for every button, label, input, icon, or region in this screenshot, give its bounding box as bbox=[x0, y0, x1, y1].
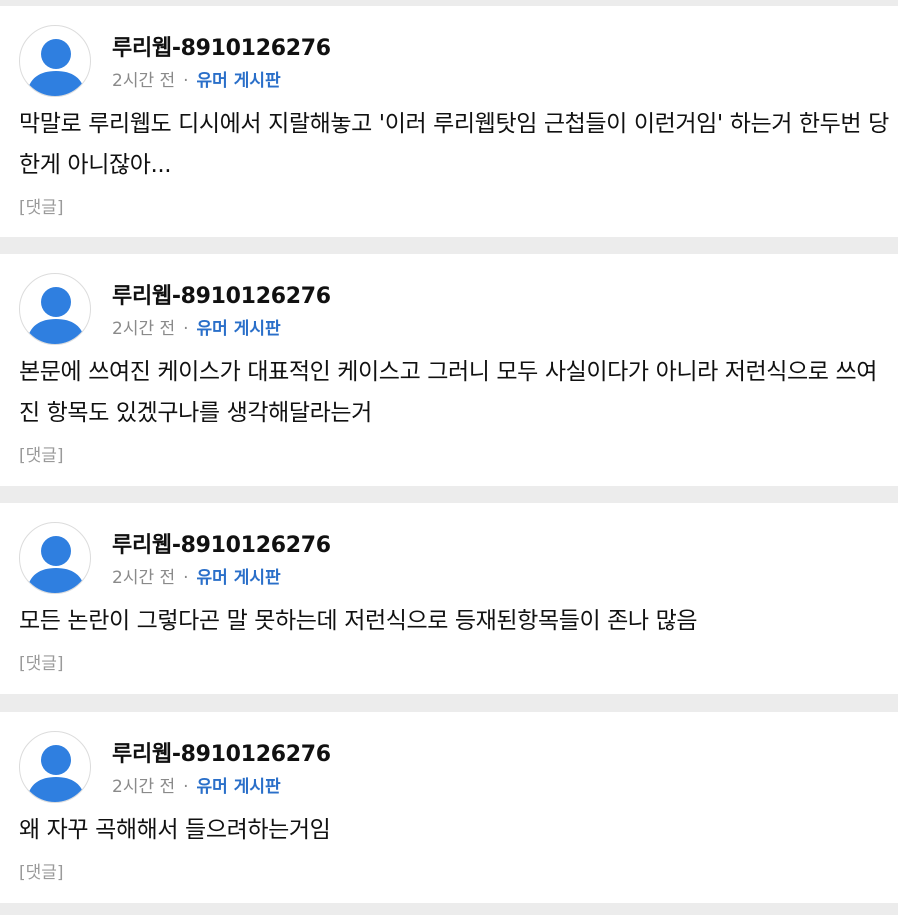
meta-separator: · bbox=[183, 777, 189, 797]
meta-separator: · bbox=[183, 568, 189, 588]
post-time: 2시간 전 bbox=[112, 319, 176, 339]
comment-item: 루리웹-8910126276 2시간 전 · 유머 게시판 본문에 쓰여진 케이스가… bbox=[0, 254, 898, 486]
reply-button[interactable]: [댓글] bbox=[19, 858, 64, 883]
comment-item: 루리웹-8910126276 2시간 전 · 유머 게시판 막말로 루리웹도 디시에… bbox=[0, 6, 898, 237]
comment-body: 막말로 루리웹도 디시에서 지랄해놓고 '이러 루리웹탓임 근첩들이 이런거임'… bbox=[19, 111, 889, 178]
post-meta: 2시간 전 · 유머 게시판 bbox=[112, 772, 281, 797]
comment-body: 왜 자꾸 곡해해서 들으려하는거임 bbox=[19, 817, 331, 843]
author-name[interactable]: 루리웹-8910126276 bbox=[112, 527, 331, 559]
author-name[interactable]: 루리웹-8910126276 bbox=[112, 736, 331, 768]
comment-feed: 루리웹-8910126276 2시간 전 · 유머 게시판 막말로 루리웹도 디시에… bbox=[0, 0, 898, 915]
reply-button[interactable]: [댓글] bbox=[19, 193, 64, 218]
board-link[interactable]: 유머 게시판 bbox=[197, 71, 281, 91]
post-time: 2시간 전 bbox=[112, 568, 176, 588]
reply-button[interactable]: [댓글] bbox=[19, 441, 64, 466]
reply-button[interactable]: [댓글] bbox=[19, 649, 64, 674]
comment-item: 루리웹-8910126276 2시간 전 · 유머 게시판 모든 논란이 그렇다곤 … bbox=[0, 503, 898, 694]
comment-item: 루리웹-8910126276 2시간 전 · 유머 게시판 왜 자꾸 곡해해서 들으… bbox=[0, 712, 898, 903]
comment-body: 모든 논란이 그렇다곤 말 못하는데 저런식으로 등재된항목들이 존나 많음 bbox=[19, 608, 698, 634]
board-link[interactable]: 유머 게시판 bbox=[197, 319, 281, 339]
post-meta: 2시간 전 · 유머 게시판 bbox=[112, 563, 281, 588]
post-meta: 2시간 전 · 유머 게시판 bbox=[112, 66, 281, 91]
board-link[interactable]: 유머 게시판 bbox=[197, 777, 281, 797]
comment-body: 본문에 쓰여진 케이스가 대표적인 케이스고 그러니 모두 사실이다가 아니라 … bbox=[19, 359, 877, 426]
avatar-icon[interactable] bbox=[19, 273, 91, 345]
author-name[interactable]: 루리웹-8910126276 bbox=[112, 30, 331, 62]
avatar-icon[interactable] bbox=[19, 731, 91, 803]
board-link[interactable]: 유머 게시판 bbox=[197, 568, 281, 588]
meta-separator: · bbox=[183, 319, 189, 339]
meta-separator: · bbox=[183, 71, 189, 91]
post-time: 2시간 전 bbox=[112, 71, 176, 91]
avatar-icon[interactable] bbox=[19, 25, 91, 97]
avatar-icon[interactable] bbox=[19, 522, 91, 594]
post-meta: 2시간 전 · 유머 게시판 bbox=[112, 314, 281, 339]
author-name[interactable]: 루리웹-8910126276 bbox=[112, 278, 331, 310]
post-time: 2시간 전 bbox=[112, 777, 176, 797]
